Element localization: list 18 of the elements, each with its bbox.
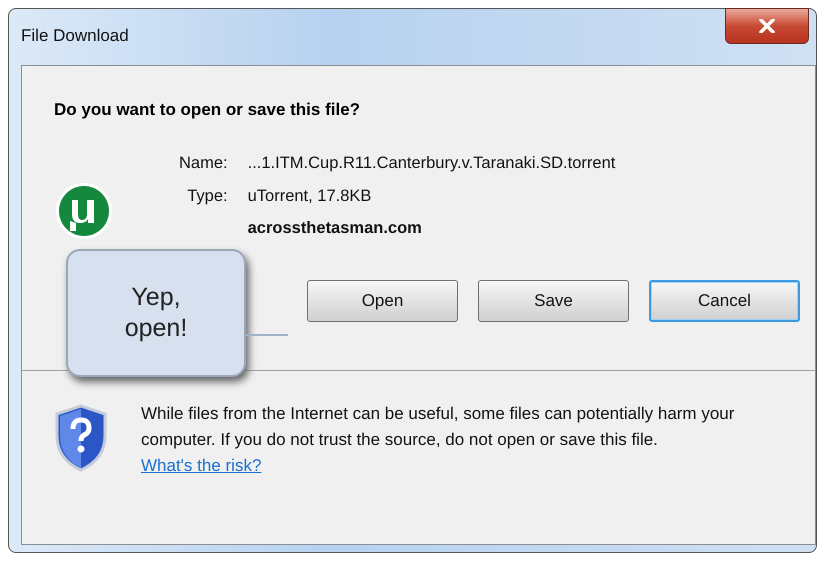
dialog-question: Do you want to open or save this file?: [54, 100, 362, 120]
dialog-button[interactable]: Cancel: [649, 280, 800, 322]
dialog-button[interactable]: Open: [307, 280, 458, 322]
field-value: uTorrent, 17.8KB: [248, 186, 372, 207]
dialog-button[interactable]: Save: [478, 280, 629, 322]
security-warning: While files from the Internet can be useful, some files can potentially harm your computer. If you do not trust the source, do not open or save this file. What's the risk?: [141, 403, 736, 477]
close-button[interactable]: [725, 8, 809, 44]
file-type-icon: [55, 182, 113, 240]
field-value: acrossthetasman.com: [248, 219, 423, 240]
close-icon: [758, 19, 776, 33]
risk-link[interactable]: What's the risk?: [141, 456, 262, 475]
field-value: ...1.ITM.Cup.R11.Canterbury.v.Taranaki.SD.torrent: [248, 154, 616, 174]
leader-line: [246, 334, 288, 336]
callout-text: Yep, open!: [124, 282, 188, 344]
field-label: Type:: [186, 186, 228, 207]
window-title: File Download: [21, 26, 129, 46]
shield-question-icon: [54, 404, 108, 472]
field-label: Name:: [179, 154, 228, 174]
